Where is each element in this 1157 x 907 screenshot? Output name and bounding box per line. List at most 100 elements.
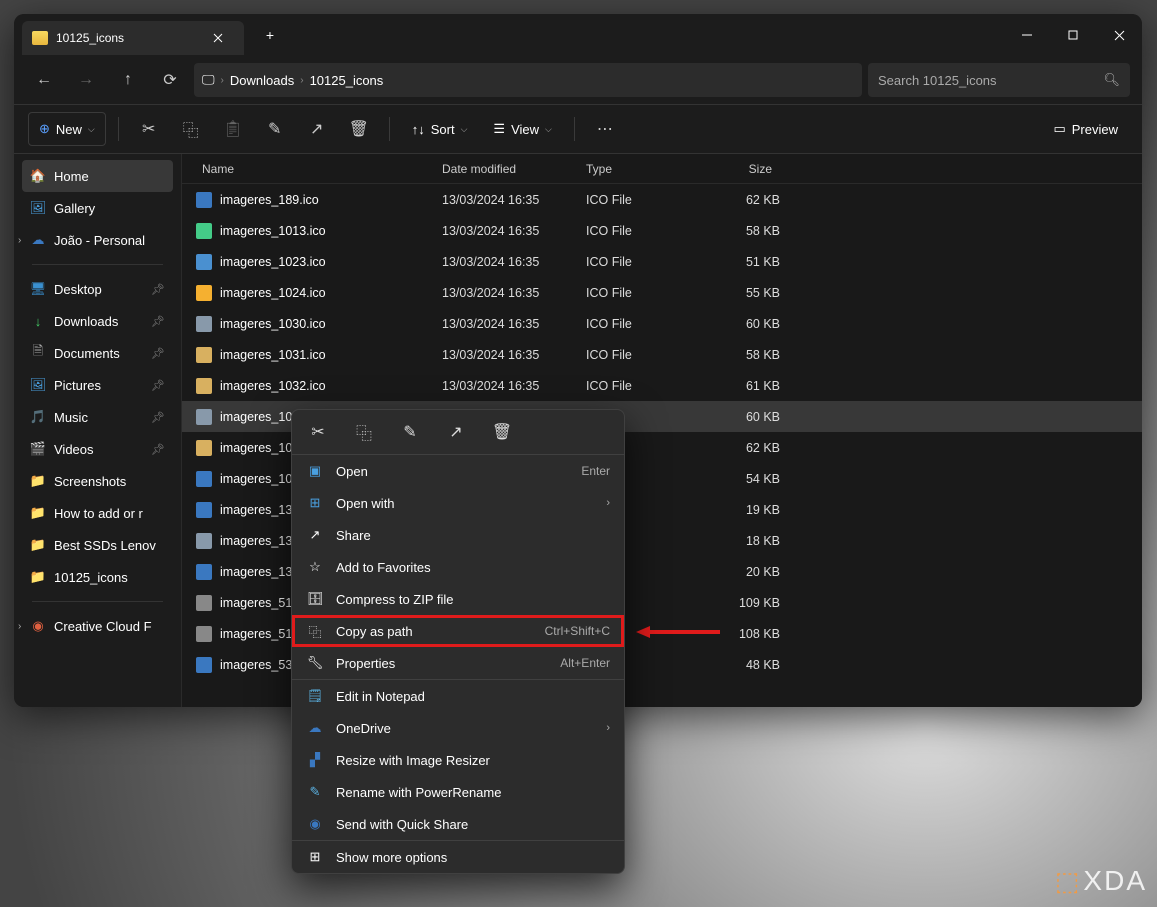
close-button[interactable] <box>1096 14 1142 56</box>
file-type: ICO File <box>586 317 704 331</box>
ctx-share[interactable]: ↗Share <box>292 519 624 551</box>
file-row[interactable]: imageres_189.ico13/03/2024 16:35ICO File… <box>182 184 1142 215</box>
new-button[interactable]: ⊕ New ⌵ <box>28 112 106 146</box>
ctx-notepad[interactable]: 🗒︎Edit in Notepad <box>292 680 624 712</box>
file-icon <box>196 564 212 580</box>
sidebar-folder-item[interactable]: 📁10125_icons <box>22 561 173 593</box>
file-icon <box>196 316 212 332</box>
share-icon[interactable]: ↗ <box>444 420 468 444</box>
file-row[interactable]: imageres_1024.ico13/03/2024 16:35ICO Fil… <box>182 277 1142 308</box>
more-button[interactable]: ⋯ <box>587 112 623 146</box>
ctx-powerrename[interactable]: ✎Rename with PowerRename <box>292 776 624 808</box>
paste-button[interactable]: 📋︎ <box>215 112 251 146</box>
sidebar-folder-item[interactable]: 📁Best SSDs Lenov <box>22 529 173 561</box>
sidebar-screenshots[interactable]: 📁Screenshots <box>22 465 173 497</box>
view-button[interactable]: ☰ View ⌵ <box>483 112 561 146</box>
file-size: 62 KB <box>704 441 780 455</box>
zip-icon: 🗄︎ <box>306 590 324 608</box>
col-date[interactable]: Date modified <box>442 162 586 176</box>
address-bar[interactable]: 🖵 › Downloads › 10125_icons <box>194 63 862 97</box>
share-icon: ↗ <box>306 526 324 544</box>
rename-button[interactable]: ✎ <box>257 112 293 146</box>
more-icon: ⊞ <box>306 848 324 866</box>
sidebar-folder-item[interactable]: 📁How to add or r <box>22 497 173 529</box>
address-row: ← → ↑ ⟳ 🖵 › Downloads › 10125_icons Sear… <box>14 56 1142 104</box>
delete-button[interactable]: 🗑︎ <box>341 112 377 146</box>
sidebar-gallery[interactable]: 🖼Gallery <box>22 192 173 224</box>
download-icon: ↓ <box>30 313 46 329</box>
forward-button[interactable]: → <box>68 62 104 98</box>
ctx-open[interactable]: ▣OpenEnter <box>292 455 624 487</box>
file-row[interactable]: imageres_1031.ico13/03/2024 16:35ICO Fil… <box>182 339 1142 370</box>
pin-icon: 📌︎ <box>151 315 165 328</box>
sidebar-pictures[interactable]: 🖼Pictures📌︎ <box>22 369 173 401</box>
cut-icon[interactable]: ✂ <box>306 420 330 444</box>
copy-button[interactable]: ⿻ <box>173 112 209 146</box>
cut-button[interactable]: ✂ <box>131 112 167 146</box>
minimize-button[interactable] <box>1004 14 1050 56</box>
sidebar-creative-cloud[interactable]: ›◉Creative Cloud F <box>22 610 173 642</box>
ctx-onedrive[interactable]: ☁OneDrive› <box>292 712 624 744</box>
star-icon: ☆ <box>306 558 324 576</box>
file-row[interactable]: imageres_1032.ico13/03/2024 16:35ICO Fil… <box>182 370 1142 401</box>
desktop-icon: 🖥 <box>30 281 46 297</box>
ctx-favorites[interactable]: ☆Add to Favorites <box>292 551 624 583</box>
col-name[interactable]: Name <box>182 162 442 176</box>
ctx-copy-as-path[interactable]: ⿻Copy as pathCtrl+Shift+C <box>292 615 624 647</box>
monitor-icon: 🖵 <box>202 72 215 88</box>
sort-button[interactable]: ↑↓ Sort ⌵ <box>402 112 478 146</box>
sidebar-desktop[interactable]: 🖥Desktop📌︎ <box>22 273 173 305</box>
sidebar-onedrive-personal[interactable]: ›☁João - Personal <box>22 224 173 256</box>
ctx-open-with[interactable]: ⊞Open with› <box>292 487 624 519</box>
file-icon <box>196 378 212 394</box>
file-icon <box>196 347 212 363</box>
breadcrumb-current[interactable]: 10125_icons <box>310 73 384 88</box>
file-date: 13/03/2024 16:35 <box>442 348 586 362</box>
file-row[interactable]: imageres_1013.ico13/03/2024 16:35ICO Fil… <box>182 215 1142 246</box>
share-button[interactable]: ↗ <box>299 112 335 146</box>
file-icon <box>196 595 212 611</box>
ctx-compress[interactable]: 🗄︎Compress to ZIP file <box>292 583 624 615</box>
plus-icon: ⊕ <box>39 121 50 137</box>
file-date: 13/03/2024 16:35 <box>442 379 586 393</box>
preview-button[interactable]: ▭ Preview <box>1043 112 1128 146</box>
breadcrumb-downloads[interactable]: Downloads <box>230 73 294 88</box>
up-button[interactable]: ↑ <box>110 62 146 98</box>
refresh-button[interactable]: ⟳ <box>152 62 188 98</box>
file-row[interactable]: imageres_1030.ico13/03/2024 16:35ICO Fil… <box>182 308 1142 339</box>
context-menu: ✂ ⿻ ✎ ↗ 🗑︎ ▣OpenEnter ⊞Open with› ↗Share… <box>291 409 625 874</box>
cloud-icon: ☁ <box>30 232 46 248</box>
titlebar: 10125_icons + <box>14 14 1142 56</box>
col-type[interactable]: Type <box>586 162 704 176</box>
delete-icon[interactable]: 🗑︎ <box>490 420 514 444</box>
file-icon <box>196 657 212 673</box>
ctx-resize[interactable]: ▞Resize with Image Resizer <box>292 744 624 776</box>
rename-icon[interactable]: ✎ <box>398 420 422 444</box>
tab-close-button[interactable] <box>204 24 232 52</box>
file-size: 109 KB <box>704 596 780 610</box>
copy-icon[interactable]: ⿻ <box>352 420 376 444</box>
ctx-more-options[interactable]: ⊞Show more options <box>292 841 624 873</box>
sidebar-home[interactable]: 🏠Home <box>22 160 173 192</box>
chevron-down-icon: ⌵ <box>88 124 95 135</box>
file-row[interactable]: imageres_1023.ico13/03/2024 16:35ICO Fil… <box>182 246 1142 277</box>
cloud-icon: ☁ <box>306 719 324 737</box>
search-box[interactable]: Search 10125_icons 🔍︎ <box>868 63 1130 97</box>
back-button[interactable]: ← <box>26 62 62 98</box>
new-tab-button[interactable]: + <box>254 19 286 51</box>
sidebar-documents[interactable]: 🗎Documents📌︎ <box>22 337 173 369</box>
sidebar-downloads[interactable]: ↓Downloads📌︎ <box>22 305 173 337</box>
sidebar-videos[interactable]: 🎬Videos📌︎ <box>22 433 173 465</box>
maximize-button[interactable] <box>1050 14 1096 56</box>
ctx-quickshare[interactable]: ◉Send with Quick Share <box>292 808 624 840</box>
sidebar-music[interactable]: 🎵Music📌︎ <box>22 401 173 433</box>
tab-current[interactable]: 10125_icons <box>22 21 244 55</box>
file-icon <box>196 533 212 549</box>
xda-logo: ⬚XDA <box>1055 865 1147 897</box>
ctx-properties[interactable]: 🔧︎PropertiesAlt+Enter <box>292 647 624 679</box>
search-icon: 🔍︎ <box>1103 72 1120 88</box>
context-icon-row: ✂ ⿻ ✎ ↗ 🗑︎ <box>292 410 624 454</box>
pin-icon: 📌︎ <box>151 347 165 360</box>
pin-icon: 📌︎ <box>151 379 165 392</box>
col-size[interactable]: Size <box>704 162 780 176</box>
